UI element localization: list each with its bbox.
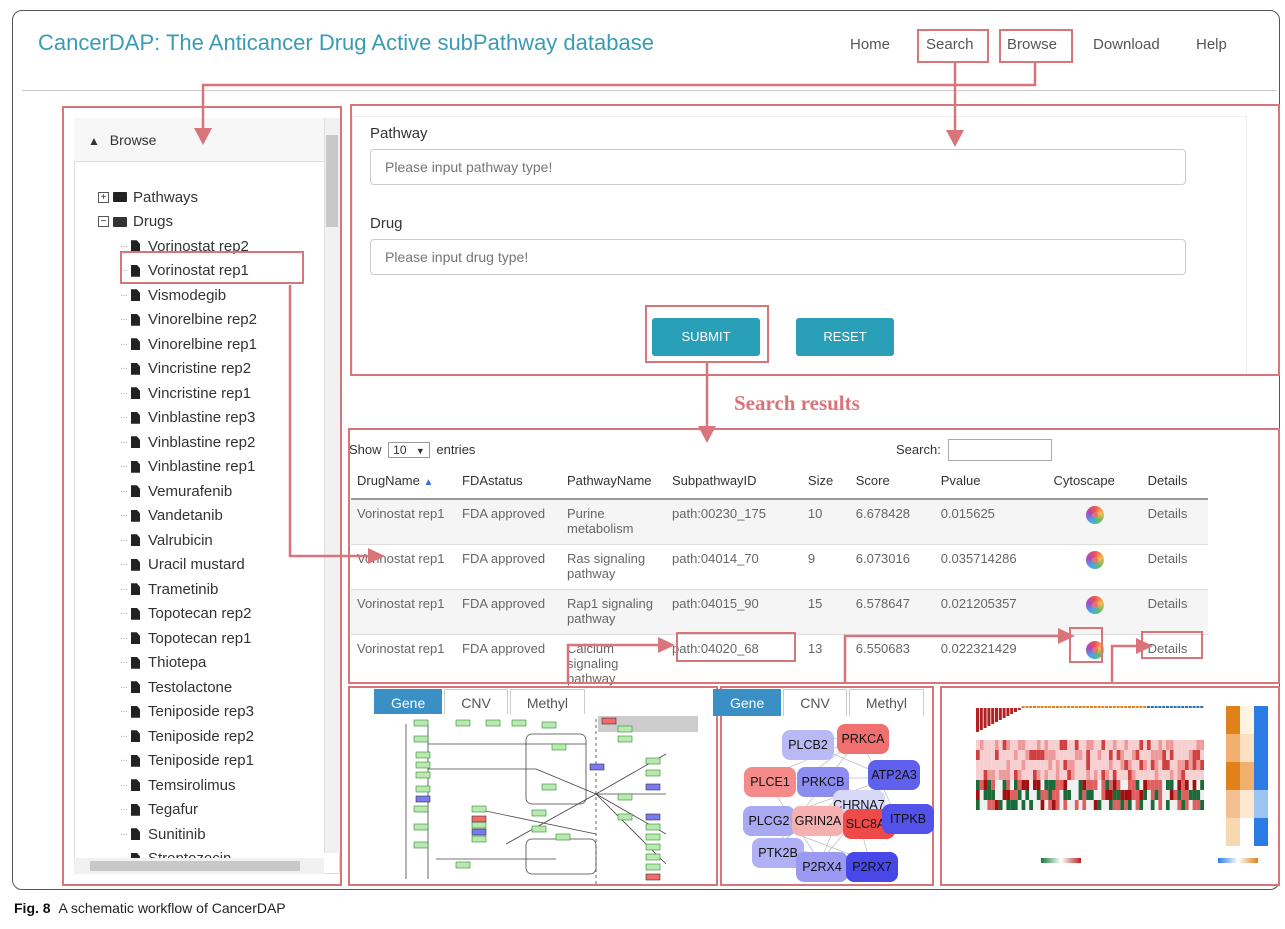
browse-highlight <box>999 29 1073 63</box>
heatmap-border <box>940 686 1280 886</box>
results-highlight-box <box>348 428 1280 684</box>
network-node[interactable]: PLCG2 <box>743 806 795 836</box>
network-node[interactable]: P2RX7 <box>846 852 898 882</box>
figure-label: Fig. 8 <box>14 900 51 916</box>
figure-caption: Fig. 8 A schematic workflow of CancerDAP <box>14 900 286 916</box>
network-node[interactable]: ATP2A3 <box>868 760 920 790</box>
nav-home[interactable]: Home <box>850 36 890 53</box>
tab-cnv[interactable]: CNV <box>783 689 847 716</box>
site-title[interactable]: CancerDAP: The Anticancer Drug Active su… <box>38 30 654 56</box>
network-tabs: Gene CNV Methyl <box>713 689 926 716</box>
search-results-title: Search results <box>734 391 860 415</box>
nav-help[interactable]: Help <box>1196 36 1227 53</box>
network-node[interactable]: PLCE1 <box>744 767 796 797</box>
search-highlight-box <box>350 104 1280 376</box>
network-node[interactable]: PRKCA <box>837 724 889 754</box>
network-node[interactable]: ITPKB <box>882 804 934 834</box>
header-divider <box>22 90 1277 91</box>
browse-highlight-box <box>62 106 342 886</box>
pathway-map-border <box>348 686 718 886</box>
network-node[interactable]: P2RX4 <box>796 852 848 882</box>
nav-download[interactable]: Download <box>1093 36 1160 53</box>
search-highlight <box>917 29 989 63</box>
figure-text: A schematic workflow of CancerDAP <box>58 900 286 916</box>
tab-gene[interactable]: Gene <box>713 689 782 716</box>
tab-methyl[interactable]: Methyl <box>848 689 925 716</box>
network-node[interactable]: PLCB2 <box>782 730 834 760</box>
network-node[interactable]: GRIN2A <box>792 806 844 836</box>
